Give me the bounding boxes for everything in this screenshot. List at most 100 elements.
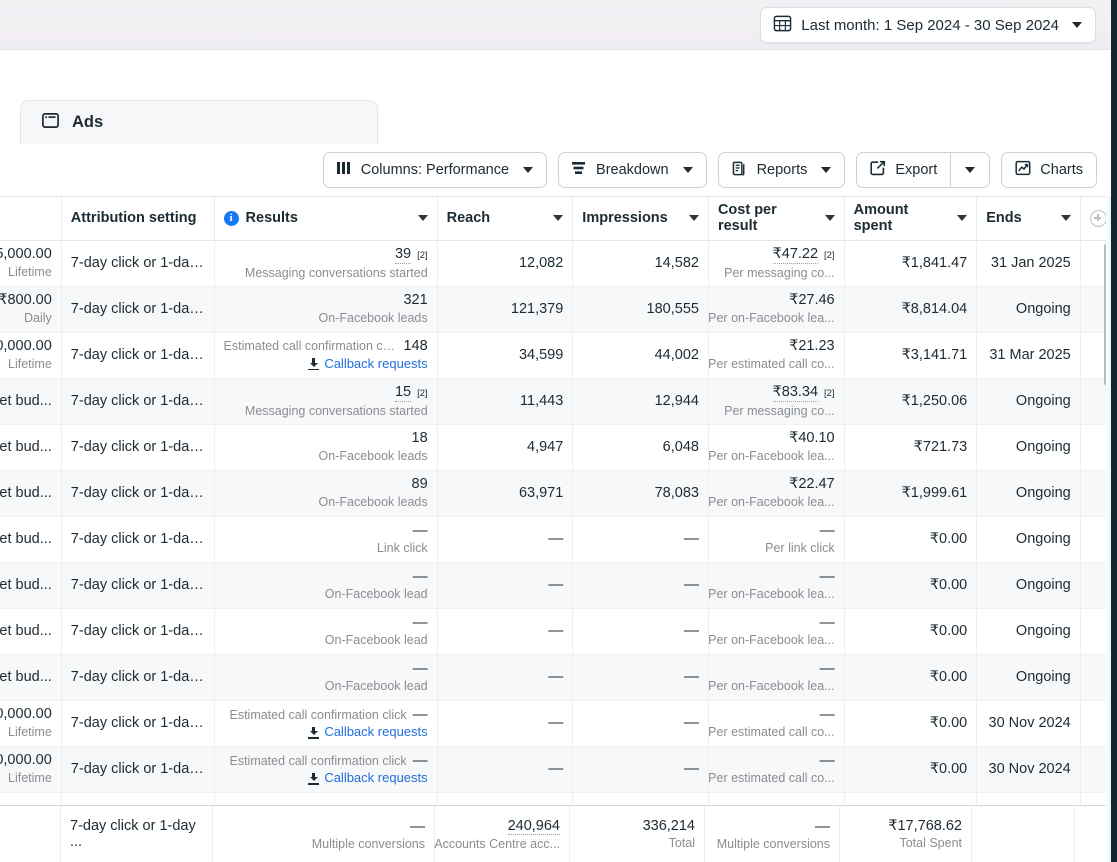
chevron-down-icon[interactable] (417, 215, 428, 222)
cell-impressions: — (572, 562, 709, 609)
cell-reach: 63,971 (437, 470, 574, 517)
total-impressions-value: 336,214 (642, 818, 695, 834)
cpr-value: ₹83.34 (772, 383, 819, 402)
date-range-picker[interactable]: Last month: 1 Sep 2024 - 30 Sep 2024 (760, 7, 1096, 43)
impressions-value: 12,944 (654, 392, 699, 409)
add-column-icon[interactable] (1089, 209, 1107, 227)
table-row[interactable]: et bud... 7-day click or 1-day ... — On-Fac… (0, 562, 1117, 609)
reports-icon (732, 161, 748, 180)
breakdown-icon (572, 161, 587, 179)
callback-requests-link[interactable]: Callback requests (308, 770, 428, 786)
column-header-impressions[interactable]: Impressions (572, 197, 709, 241)
total-amount-spent: ₹17,768.62 Total Spent (840, 806, 972, 862)
cell-impressions: — (572, 746, 709, 793)
cell-amount-spent: ₹0.00 (844, 746, 978, 793)
impressions-value: — (683, 530, 699, 548)
columns-button[interactable]: Columns: Performance (322, 152, 548, 188)
cell-amount-spent: ₹1,999.61 (844, 470, 978, 517)
total-amount-spent-label: Total Spent (899, 836, 962, 850)
results-label: On-Facebook lead (324, 633, 428, 648)
cpr-value: — (819, 568, 835, 586)
cell-amount-spent: ₹3,141.71 (844, 332, 978, 379)
cell-cost-per-result: ₹83.34 [2] Per messaging co... (708, 378, 845, 425)
ends-value: 30 Nov 2024 (988, 760, 1071, 777)
chevron-down-icon[interactable] (957, 215, 968, 222)
results-top: — (224, 614, 428, 631)
column-header-spent[interactable]: Amount spent (844, 197, 978, 241)
tab-strip: Ads (0, 100, 1117, 144)
cell-results: 39 [2] Messaging conversations started (214, 240, 438, 287)
budget-type: Lifetime (8, 265, 52, 280)
column-header-results[interactable]: i Results (214, 197, 438, 241)
column-header-attribution[interactable]: Attribution setting (61, 197, 215, 241)
cpr-value: — (819, 660, 835, 678)
total-budget (0, 806, 61, 862)
column-header-cpr[interactable]: Cost per result (708, 197, 845, 241)
table-row[interactable]: 0,000.00 Lifetime 7-day click or 1-day ...… (0, 746, 1117, 793)
table-row[interactable]: et bud... 7-day click or 1-day ... 18 On-Fa… (0, 424, 1117, 471)
cpr-label: Per messaging co... (724, 265, 835, 280)
ends-value: Ongoing (1015, 484, 1071, 501)
table-row[interactable]: et bud... 7-day click or 1-day ... — On-Fac… (0, 608, 1117, 655)
cpr-top: — (718, 522, 835, 539)
chevron-down-icon[interactable] (1060, 215, 1071, 222)
breakdown-button[interactable]: Breakdown (558, 152, 707, 188)
cpr-value: — (819, 752, 835, 770)
amount-spent-value: ₹1,999.61 (901, 484, 968, 501)
total-results-value: — (410, 817, 425, 835)
results-value: 321 (403, 292, 428, 309)
cpr-top: — (718, 568, 835, 585)
amount-spent-value: ₹0.00 (929, 530, 968, 547)
attribution-value: 7-day click or 1-day ... (70, 346, 205, 363)
reports-button[interactable]: Reports (717, 152, 846, 188)
table-row[interactable]: 0,000.00 Lifetime 7-day click or 1-day ...… (0, 700, 1117, 747)
table-row[interactable]: 0,000.00 Lifetime 7-day click or 1-day ...… (0, 332, 1117, 379)
column-header-reach[interactable]: Reach (437, 197, 574, 241)
amount-spent-value: ₹0.00 (929, 576, 968, 593)
content-gap (0, 50, 1117, 100)
cell-amount-spent: ₹0.00 (844, 562, 978, 609)
cpr-top: — (718, 706, 835, 723)
total-results-label: Multiple conversions (311, 836, 425, 851)
chevron-down-icon[interactable] (824, 215, 835, 222)
callback-requests-link[interactable]: Callback requests (308, 724, 428, 740)
table-row[interactable]: et bud... 7-day click or 1-day ... 15 [2] Me… (0, 378, 1117, 425)
callback-requests-label: Callback requests (324, 724, 428, 740)
ads-table-container[interactable]: Attribution setting i Results Reach Impressi… (0, 196, 1117, 862)
chevron-down-icon (682, 167, 693, 173)
results-prefix: Estimated call confirmation clic... (223, 339, 398, 354)
export-dropdown-button[interactable] (950, 152, 991, 188)
table-row[interactable]: 5,000.00 Lifetime 7-day click or 1-day ...… (0, 240, 1117, 287)
ends-value: 31 Jan 2025 (990, 254, 1071, 271)
cpr-value: ₹22.47 (789, 476, 835, 493)
attribution-value: 7-day click or 1-day ... (70, 668, 205, 685)
table-row[interactable]: ₹800.00 Daily 7-day click or 1-day ... 321 O… (0, 286, 1117, 333)
column-header-label: Ends (986, 210, 1022, 227)
cell-cost-per-result: — Per on-Facebook lea... (708, 562, 845, 609)
cpr-label: Per on-Facebook lea... (708, 587, 835, 602)
attribution-value: 7-day click or 1-day ... (70, 530, 205, 547)
tab-ads[interactable]: Ads (20, 100, 378, 144)
column-header-ends[interactable]: Ends (976, 197, 1081, 241)
cell-impressions: 180,555 (572, 286, 709, 333)
results-value: — (412, 614, 428, 632)
results-top: Estimated call confirmation clic... 148 (224, 338, 428, 355)
budget-value: et bud... (0, 530, 52, 547)
cell-attribution: 7-day click or 1-day ... (61, 470, 215, 517)
reach-value: — (548, 714, 564, 732)
table-row[interactable]: et bud... 7-day click or 1-day ... 89 On-Fa… (0, 470, 1117, 517)
results-top: — (224, 568, 428, 585)
calendar-icon (773, 14, 792, 37)
chevron-down-icon[interactable] (688, 215, 699, 222)
chevron-down-icon[interactable] (553, 215, 564, 222)
results-label: On-Facebook leads (318, 495, 428, 510)
table-row[interactable]: et bud... 7-day click or 1-day ... — On-Fac… (0, 654, 1117, 701)
callback-requests-link[interactable]: Callback requests (308, 356, 428, 372)
charts-button[interactable]: Charts (1001, 152, 1097, 188)
export-button[interactable]: Export (856, 152, 951, 188)
results-label: Messaging conversations started (244, 403, 428, 418)
download-icon (308, 358, 320, 371)
info-icon[interactable]: i (223, 210, 239, 226)
table-row[interactable]: et bud... 7-day click or 1-day ... — Link c… (0, 516, 1117, 563)
cell-results: 18 On-Facebook leads (214, 424, 438, 471)
